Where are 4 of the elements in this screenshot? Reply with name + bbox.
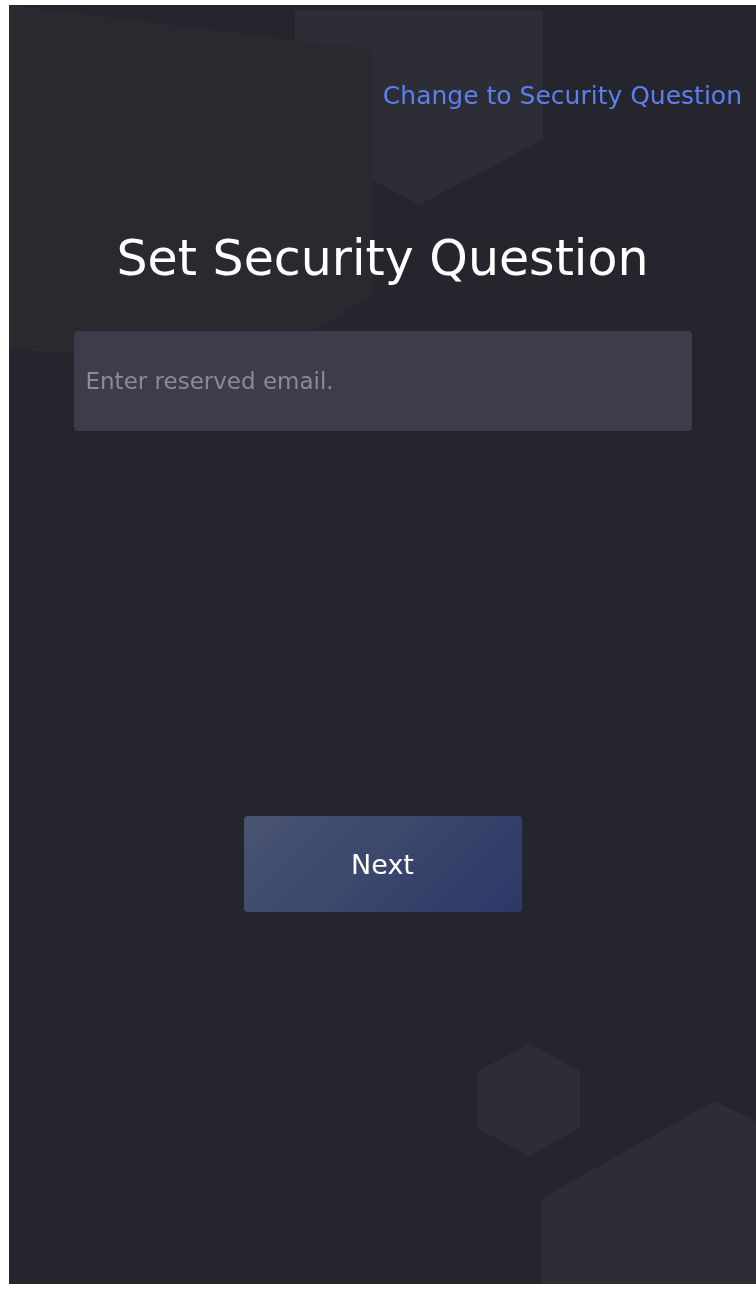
page-title: Set Security Question <box>116 230 649 287</box>
email-field[interactable]: Enter reserved email. <box>73 331 692 431</box>
change-to-security-question-link[interactable]: Change to Security Question <box>382 81 742 110</box>
next-button[interactable]: Next <box>243 816 522 912</box>
